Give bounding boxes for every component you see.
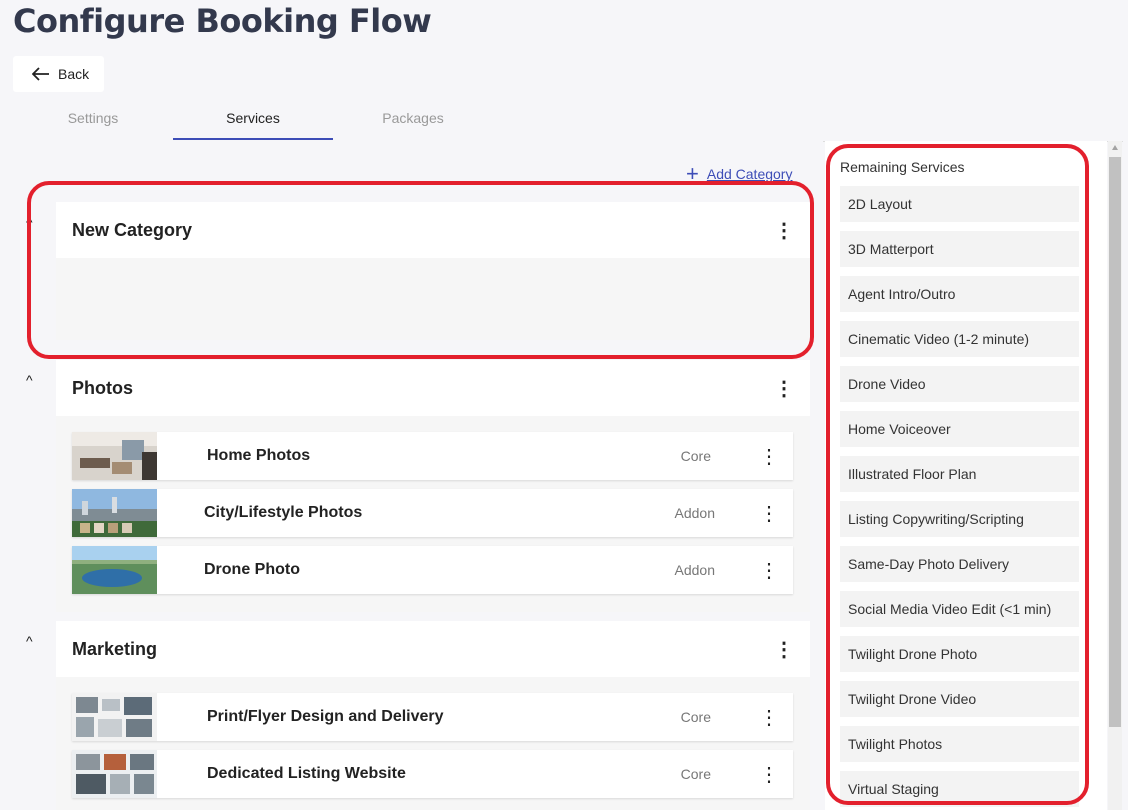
collapse-chevron-icon[interactable]: ^ bbox=[26, 372, 33, 388]
service-tag: Core bbox=[680, 766, 711, 782]
tab-bar: Settings Services Packages bbox=[13, 97, 1123, 142]
service-card-drone-photo[interactable]: Drone Photo Addon ⋮ bbox=[72, 546, 793, 594]
more-vertical-icon[interactable]: ⋮ bbox=[759, 762, 779, 787]
service-thumbnail bbox=[72, 546, 157, 594]
service-card-city-lifestyle-photos[interactable]: City/Lifestyle Photos Addon ⋮ bbox=[72, 489, 793, 537]
service-tag: Core bbox=[680, 448, 711, 464]
service-card-print-flyer[interactable]: Print/Flyer Design and Delivery Core ⋮ bbox=[72, 693, 793, 741]
more-vertical-icon[interactable]: ⋮ bbox=[759, 705, 779, 730]
service-name: Home Photos bbox=[207, 447, 311, 464]
category-marketing: Marketing ⋮ Print/Flyer Design and Deliv… bbox=[56, 621, 810, 810]
arrow-left-icon bbox=[32, 67, 49, 81]
service-tag: Addon bbox=[674, 562, 715, 578]
more-vertical-icon[interactable]: ⋮ bbox=[759, 558, 779, 583]
service-thumbnail bbox=[72, 489, 157, 537]
category-title: Marketing bbox=[72, 638, 158, 659]
service-card-listing-website[interactable]: Dedicated Listing Website Core ⋮ bbox=[72, 750, 793, 798]
category-header: Photos ⋮ bbox=[56, 360, 810, 416]
page-title: Configure Booking Flow bbox=[13, 2, 432, 40]
service-name: Print/Flyer Design and Delivery bbox=[207, 708, 444, 725]
service-tag: Addon bbox=[674, 505, 715, 521]
category-title: Photos bbox=[72, 377, 133, 398]
scrollbar[interactable] bbox=[1108, 141, 1122, 810]
more-vertical-icon[interactable]: ⋮ bbox=[759, 444, 779, 469]
collapse-chevron-icon[interactable]: ^ bbox=[26, 633, 33, 649]
back-label: Back bbox=[58, 66, 90, 82]
scroll-up-arrow-icon[interactable] bbox=[1112, 145, 1118, 150]
service-thumbnail bbox=[72, 693, 157, 741]
service-card-home-photos[interactable]: Home Photos Core ⋮ bbox=[72, 432, 793, 480]
add-category-button[interactable]: + Add Category bbox=[686, 161, 793, 186]
service-name: Drone Photo bbox=[204, 561, 300, 578]
tab-packages[interactable]: Packages bbox=[333, 97, 493, 138]
service-name: City/Lifestyle Photos bbox=[204, 504, 363, 521]
category-photos: Photos ⋮ Home Photos Core ⋮ City/Lifesty… bbox=[56, 360, 810, 612]
tab-services[interactable]: Services bbox=[173, 97, 333, 140]
more-vertical-icon[interactable]: ⋮ bbox=[759, 501, 779, 526]
scrollbar-thumb[interactable] bbox=[1109, 157, 1121, 727]
category-header: Marketing ⋮ bbox=[56, 621, 810, 677]
service-thumbnail bbox=[72, 432, 157, 480]
service-tag: Core bbox=[680, 709, 711, 725]
back-button[interactable]: Back bbox=[13, 56, 104, 92]
service-thumbnail bbox=[72, 750, 157, 798]
highlight-remaining-services bbox=[826, 144, 1089, 805]
tab-settings[interactable]: Settings bbox=[13, 97, 173, 138]
plus-icon: + bbox=[686, 161, 699, 186]
highlight-new-category bbox=[27, 181, 814, 359]
more-vertical-icon[interactable]: ⋮ bbox=[774, 637, 794, 662]
add-category-label: Add Category bbox=[706, 166, 793, 182]
service-name: Dedicated Listing Website bbox=[207, 765, 406, 782]
more-vertical-icon[interactable]: ⋮ bbox=[774, 376, 794, 401]
